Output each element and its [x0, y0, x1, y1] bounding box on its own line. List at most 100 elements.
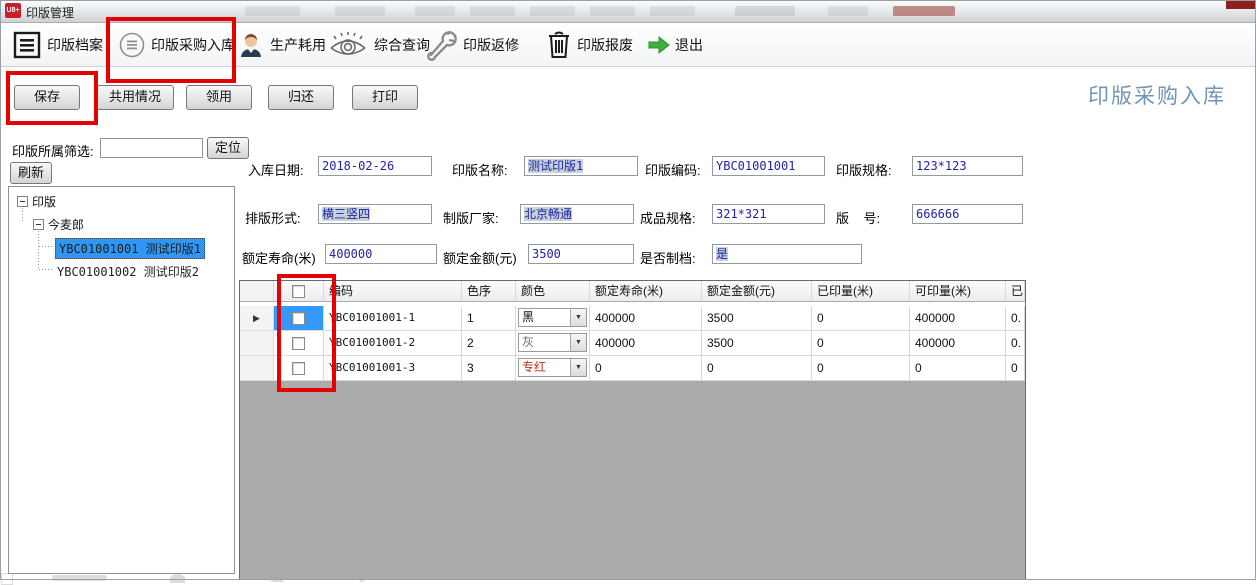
- rated-life-field[interactable]: 400000: [325, 244, 437, 264]
- layout-form-field[interactable]: 横三竖四: [318, 204, 432, 224]
- tree-node-plate1-selected[interactable]: YBC01001001 测试印版1: [55, 238, 205, 259]
- toolbar-item-plate-archive[interactable]: 印版档案: [12, 23, 103, 66]
- save-button[interactable]: 保存: [14, 85, 80, 110]
- col-header-amount[interactable]: 额定金额(元): [702, 281, 812, 302]
- bottom-artifact: [1, 573, 13, 585]
- plate-code-field[interactable]: YBC01001001: [712, 156, 825, 176]
- select-all-checkbox[interactable]: [292, 285, 305, 298]
- toolbar-item-production-consume[interactable]: 生产耗用: [237, 23, 326, 66]
- product-spec-field[interactable]: 321*321: [712, 204, 825, 224]
- rated-life-label: 额定寿命(米): [242, 248, 316, 267]
- tree-node-root[interactable]: 印版: [17, 193, 56, 210]
- cell-printed[interactable]: 0: [812, 306, 910, 331]
- col-header-seq[interactable]: 色序: [462, 281, 516, 302]
- col-header-life[interactable]: 额定寿命(米): [590, 281, 702, 302]
- toolbar-item-综合查询[interactable]: 综合查询: [327, 23, 430, 66]
- plate-name-label: 印版名称:: [452, 160, 508, 179]
- row-indicator[interactable]: ▶: [240, 306, 274, 331]
- toolbar-item-label: 退出: [675, 35, 703, 55]
- color-dropdown[interactable]: 黑▼: [518, 308, 587, 327]
- green-arrow-icon: [648, 34, 670, 56]
- tree-node-label: 今麦郎: [48, 216, 84, 233]
- layout-form-value: 横三竖四: [322, 207, 370, 221]
- collapse-icon[interactable]: [17, 196, 28, 207]
- plate-tree-panel: 印版 今麦郎 YBC01001001 测试印版1 YBC01001002 测试印…: [8, 186, 235, 574]
- cell-color[interactable]: 专红▼: [516, 356, 590, 381]
- cell-amount[interactable]: 3500: [702, 306, 812, 331]
- cell-printable[interactable]: 400000: [910, 331, 1006, 356]
- row-checkbox-cell[interactable]: [274, 331, 324, 356]
- storage-date-field[interactable]: 2018-02-26: [318, 156, 432, 176]
- cell-color[interactable]: 黑▼: [516, 306, 590, 331]
- titlebar-corner-mark: [1226, 0, 1256, 9]
- plate-name-value: 测试印版1: [528, 159, 583, 173]
- rated-amount-field[interactable]: 3500: [528, 244, 634, 264]
- tree-connector: [38, 228, 39, 270]
- toolbar-item-exit[interactable]: 退出: [648, 23, 703, 66]
- color-dropdown[interactable]: 灰▼: [518, 333, 587, 352]
- plate-spec-field[interactable]: 123*123: [912, 156, 1023, 176]
- cell-printed[interactable]: 0: [812, 356, 910, 381]
- chevron-down-icon[interactable]: ▼: [570, 359, 586, 376]
- cell-code[interactable]: YBC01001001-1: [324, 306, 462, 331]
- refresh-button[interactable]: 刷新: [10, 162, 52, 184]
- row-checkbox-cell[interactable]: [274, 356, 324, 381]
- toolbar-item-plate-purchase[interactable]: 印版采购入库: [118, 23, 235, 66]
- plate-name-field[interactable]: 测试印版1: [524, 156, 638, 176]
- color-dropdown[interactable]: 专红▼: [518, 358, 587, 377]
- cell-printed[interactable]: 0: [812, 331, 910, 356]
- cell-extra[interactable]: 0.: [1006, 306, 1025, 331]
- cell-seq[interactable]: 1: [462, 306, 516, 331]
- row-checkbox[interactable]: [292, 312, 305, 325]
- row-checkbox[interactable]: [292, 362, 305, 375]
- toolbar-item-plate-scrap[interactable]: 印版报废: [546, 23, 633, 66]
- cell-seq[interactable]: 3: [462, 356, 516, 381]
- return-button[interactable]: 归还: [268, 85, 334, 110]
- cell-amount[interactable]: 3500: [702, 331, 812, 356]
- collapse-icon[interactable]: [33, 219, 44, 230]
- plate-maker-field[interactable]: 北京畅通: [520, 204, 634, 224]
- borrow-button[interactable]: 领用: [186, 85, 252, 110]
- tree-node-group[interactable]: 今麦郎: [33, 216, 84, 233]
- cell-extra[interactable]: 0.: [1006, 331, 1025, 356]
- col-header-printable[interactable]: 可印量(米): [910, 281, 1006, 302]
- tree-node-plate2[interactable]: YBC01001002 测试印版2: [57, 263, 199, 280]
- plate-no-field[interactable]: 666666: [912, 204, 1023, 224]
- cell-code[interactable]: YBC01001001-2: [324, 331, 462, 356]
- chevron-down-icon[interactable]: ▼: [570, 309, 586, 326]
- toolbar-item-plate-repair[interactable]: 印版返修: [424, 23, 519, 66]
- cell-code[interactable]: YBC01001001-3: [324, 356, 462, 381]
- col-header-code[interactable]: 编码: [324, 281, 462, 302]
- product-spec-value: 321*321: [716, 207, 767, 221]
- row-indicator[interactable]: [240, 356, 274, 381]
- cell-life[interactable]: 400000: [590, 306, 702, 331]
- chevron-down-icon[interactable]: ▼: [570, 334, 586, 351]
- is-archived-label: 是否制档:: [640, 248, 696, 267]
- color-dropdown-value: 黑: [522, 309, 534, 326]
- cell-color[interactable]: 灰▼: [516, 331, 590, 356]
- locate-button[interactable]: 定位: [207, 137, 249, 159]
- col-header-printed[interactable]: 已印量(米): [812, 281, 910, 302]
- is-archived-field[interactable]: 是: [712, 244, 862, 264]
- print-button[interactable]: 打印: [352, 85, 418, 110]
- cell-life[interactable]: 0: [590, 356, 702, 381]
- cell-extra[interactable]: 0: [1006, 356, 1025, 381]
- row-checkbox-cell[interactable]: [274, 306, 324, 331]
- select-all-checkbox-cell[interactable]: [274, 281, 324, 302]
- shared-status-button[interactable]: 共用情况: [96, 85, 174, 110]
- row-indicator[interactable]: [240, 331, 274, 356]
- storage-date-value: 2018-02-26: [322, 159, 394, 173]
- col-header-color[interactable]: 颜色: [516, 281, 590, 302]
- cell-amount[interactable]: 0: [702, 356, 812, 381]
- plate-code-label: 印版编码:: [645, 160, 701, 179]
- row-checkbox[interactable]: [292, 337, 305, 350]
- cell-printable[interactable]: 400000: [910, 306, 1006, 331]
- grid-corner-header[interactable]: [240, 281, 274, 302]
- cell-life[interactable]: 400000: [590, 331, 702, 356]
- filter-input[interactable]: [100, 138, 203, 158]
- col-header-extra[interactable]: 已: [1006, 281, 1025, 302]
- toolbar-item-label: 印版采购入库: [151, 35, 235, 55]
- filter-label: 印版所属筛选:: [12, 141, 94, 160]
- cell-printable[interactable]: 0: [910, 356, 1006, 381]
- cell-seq[interactable]: 2: [462, 331, 516, 356]
